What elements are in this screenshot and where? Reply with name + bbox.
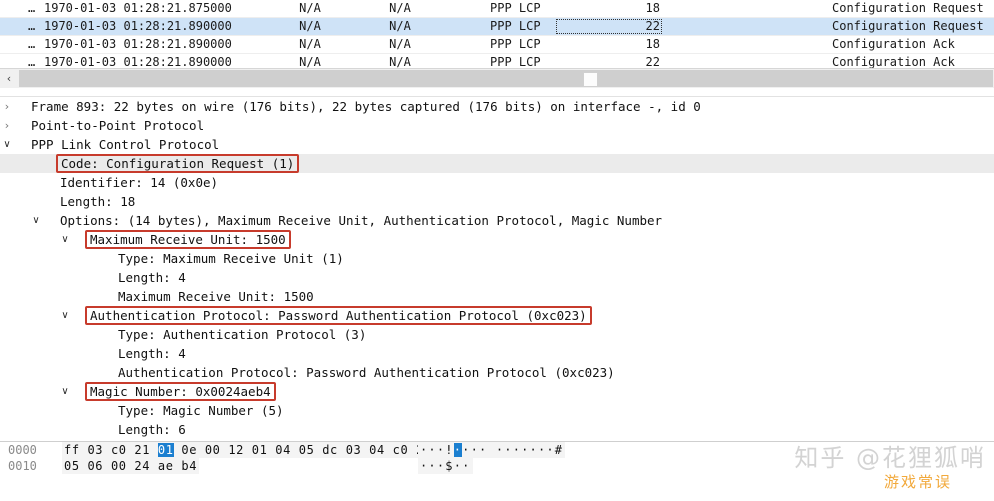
scrollbar-thumb[interactable] <box>583 72 598 87</box>
packet-ellipsis: … <box>28 19 36 33</box>
packet-ellipsis: … <box>28 55 36 68</box>
packet-info: Configuration Request <box>832 1 984 15</box>
annotated-tree-label: Authentication Protocol: Password Authen… <box>85 306 592 325</box>
tree-item[interactable]: Authentication Protocol: Password Authen… <box>0 363 994 382</box>
tree-item[interactable]: ∨ Maximum Receive Unit: 1500 <box>0 230 994 249</box>
hex-dump-row[interactable]: 0010 05 06 00 24 ae b4 ···$·· <box>0 458 994 474</box>
hex-dump-row[interactable]: 0000 ff 03 c0 21 01 0e 00 12 01 04 05 dc … <box>0 442 994 458</box>
tree-item-label: Options: (14 bytes), Maximum Receive Uni… <box>60 213 663 228</box>
table-row[interactable]: … 1970-01-03 01:28:21.890000 N/A N/A PPP LCP… <box>0 54 994 68</box>
tree-item[interactable]: ∨ Authentication Protocol: Password Authe… <box>0 306 994 325</box>
annotated-tree-label: Maximum Receive Unit: 1500 <box>85 230 291 249</box>
table-row[interactable]: … 1970-01-03 01:28:21.875000 N/A N/A PPP LCP… <box>0 0 994 18</box>
hex-bytes-before: 05 06 00 24 ae b4 <box>64 459 198 473</box>
tree-item-label: Length: 6 <box>118 422 186 437</box>
tree-item-label: Authentication Protocol: Password Authen… <box>118 365 615 380</box>
hex-offset: 0010 <box>8 459 37 473</box>
hex-ascii[interactable]: ···!···· ·······# <box>418 442 566 458</box>
tree-item[interactable]: Type: Maximum Receive Unit (1) <box>0 249 994 268</box>
packet-time: 1970-01-03 01:28:21.890000 <box>44 37 232 51</box>
chevron-down-icon[interactable]: ∨ <box>58 230 72 249</box>
chevron-right-icon[interactable]: › <box>0 116 14 135</box>
tree-item[interactable]: Maximum Receive Unit: 1500 <box>0 287 994 306</box>
hex-ascii[interactable]: ···$·· <box>418 458 473 474</box>
packet-length: 22 <box>645 55 660 68</box>
tree-item[interactable]: Length: 18 <box>0 192 994 211</box>
tree-item-label: Type: Maximum Receive Unit (1) <box>118 251 344 266</box>
packet-info: Configuration Request <box>832 19 984 33</box>
packet-length: 18 <box>645 37 660 51</box>
packet-list-pane[interactable]: … 1970-01-03 01:28:21.875000 N/A N/A PPP LCP… <box>0 0 994 68</box>
packet-info: Configuration Ack <box>832 37 955 51</box>
hex-offset: 0000 <box>8 443 37 457</box>
hex-selected-byte[interactable]: 01 <box>157 443 174 457</box>
tree-item-label: Identifier: 14 (0x0e) <box>60 175 219 190</box>
packet-info: Configuration Ack <box>832 55 955 68</box>
tree-item[interactable]: Length: 4 <box>0 268 994 287</box>
chevron-down-icon[interactable]: ∨ <box>58 306 72 325</box>
hex-bytes-after: 0e 00 12 01 04 05 dc 03 04 c0 23 <box>173 443 432 457</box>
chevron-down-icon[interactable]: ∨ <box>0 135 14 154</box>
tree-item-label: Frame 893: 22 bytes on wire (176 bits), … <box>31 99 701 114</box>
scrollbar-track[interactable] <box>19 70 993 87</box>
table-row[interactable]: … 1970-01-03 01:28:21.890000 N/A N/A PPP LCP… <box>0 36 994 54</box>
tree-item[interactable]: ∨ Magic Number: 0x0024aeb4 <box>0 382 994 401</box>
tree-item[interactable]: ∨ Options: (14 bytes), Maximum Receive Un… <box>0 211 994 230</box>
tree-item[interactable]: › Frame 893: 22 bytes on wire (176 bits),… <box>0 97 994 116</box>
packet-source: N/A <box>299 55 321 68</box>
tree-item[interactable]: Length: 6 <box>0 420 994 439</box>
tree-item[interactable]: Identifier: 14 (0x0e) <box>0 173 994 192</box>
tree-item-label: Length: 4 <box>118 346 186 361</box>
tree-item-label: Length: 4 <box>118 270 186 285</box>
chevron-down-icon[interactable]: ∨ <box>58 382 72 401</box>
tree-item[interactable]: › Point-to-Point Protocol <box>0 116 994 135</box>
tree-item-label: Maximum Receive Unit: 1500 <box>118 289 314 304</box>
annotated-tree-label: Code: Configuration Request (1) <box>56 154 300 173</box>
scroll-left-arrow-icon[interactable]: ‹ <box>0 69 18 88</box>
tree-item[interactable]: Type: Authentication Protocol (3) <box>0 325 994 344</box>
hex-ascii-before: ···$·· <box>420 459 471 473</box>
hex-ascii-after: ··· ·······# <box>462 443 564 457</box>
tree-item-label: Type: Magic Number (5) <box>118 403 284 418</box>
chevron-right-icon[interactable]: › <box>0 97 14 116</box>
packet-length: 18 <box>645 1 660 15</box>
packet-time: 1970-01-03 01:28:21.875000 <box>44 1 232 15</box>
hex-bytes[interactable]: 05 06 00 24 ae b4 <box>62 458 200 474</box>
packet-destination: N/A <box>389 1 411 15</box>
hex-ascii-before: ···! <box>420 443 454 457</box>
tree-item[interactable]: Length: 4 <box>0 344 994 363</box>
packet-ellipsis: … <box>28 37 36 51</box>
hex-bytes[interactable]: ff 03 c0 21 01 0e 00 12 01 04 05 dc 03 0… <box>62 442 434 458</box>
packet-destination: N/A <box>389 55 411 68</box>
packet-details-pane[interactable]: › Frame 893: 22 bytes on wire (176 bits),… <box>0 97 994 439</box>
packet-bytes-pane[interactable]: 0000 ff 03 c0 21 01 0e 00 12 01 04 05 dc … <box>0 441 994 501</box>
packet-source: N/A <box>299 19 321 33</box>
table-row[interactable]: … 1970-01-03 01:28:21.890000 N/A N/A PPP LCP… <box>0 18 994 36</box>
annotated-tree-label: Magic Number: 0x0024aeb4 <box>85 382 276 401</box>
packet-ellipsis: … <box>28 1 36 15</box>
tree-item-label: Type: Authentication Protocol (3) <box>118 327 367 342</box>
tree-item[interactable]: Type: Magic Number (5) <box>0 401 994 420</box>
pane-divider <box>0 88 994 97</box>
packet-time: 1970-01-03 01:28:21.890000 <box>44 19 232 33</box>
tree-item-label: Length: 18 <box>60 194 136 209</box>
packet-list-horizontal-scrollbar[interactable]: ‹ <box>0 68 994 90</box>
packet-time: 1970-01-03 01:28:21.890000 <box>44 55 232 68</box>
packet-destination: N/A <box>389 37 411 51</box>
tree-item-label: Point-to-Point Protocol <box>31 118 205 133</box>
chevron-down-icon[interactable]: ∨ <box>29 211 43 230</box>
tree-item-label: PPP Link Control Protocol <box>31 137 220 152</box>
hex-ascii-selected[interactable]: · <box>453 443 463 457</box>
packet-destination: N/A <box>389 19 411 33</box>
packet-source: N/A <box>299 1 321 15</box>
tree-item[interactable]: ∨ PPP Link Control Protocol <box>0 135 994 154</box>
tree-item[interactable]: Code: Configuration Request (1) <box>0 154 994 173</box>
hex-bytes-before: ff 03 c0 21 <box>64 443 158 457</box>
packet-source: N/A <box>299 37 321 51</box>
packet-length: 22 <box>645 19 660 33</box>
